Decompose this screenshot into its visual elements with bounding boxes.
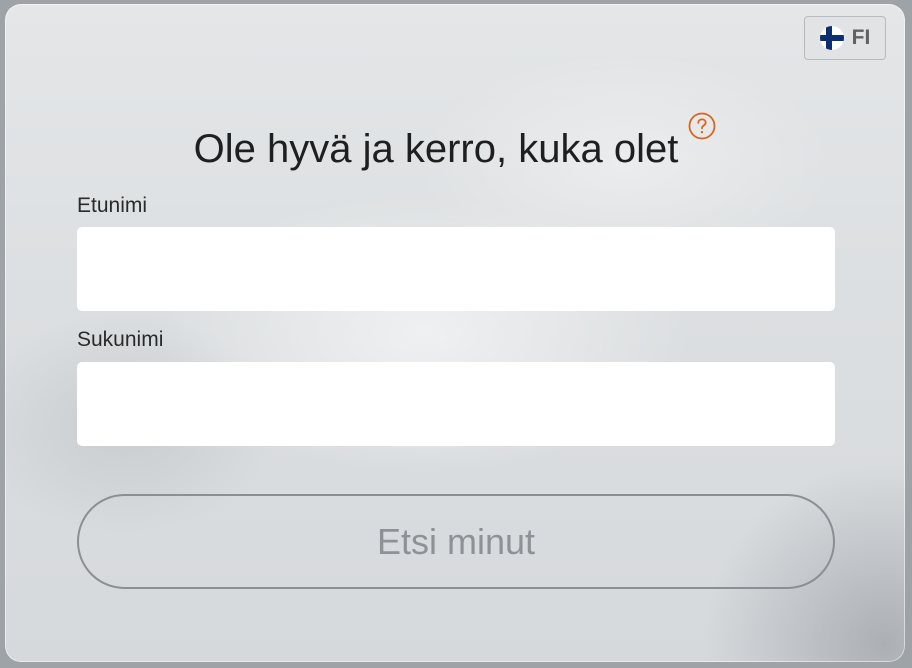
first-name-input[interactable] xyxy=(77,227,835,311)
last-name-input[interactable] xyxy=(77,362,835,446)
first-name-label: Etunimi xyxy=(77,194,148,217)
last-name-label: Sukunimi xyxy=(77,328,164,351)
find-me-button[interactable]: Etsi minut xyxy=(77,494,835,589)
title-row: Ole hyvä ja kerro, kuka olet xyxy=(5,112,905,172)
finland-flag-icon xyxy=(819,26,844,50)
language-code: FI xyxy=(851,26,871,49)
question-circle-icon[interactable] xyxy=(688,112,716,140)
page-title: Ole hyvä ja kerro, kuka olet xyxy=(193,127,679,171)
identify-dialog: FI Ole hyvä ja kerro, kuka olet Etunimi … xyxy=(5,4,905,662)
language-selector-button[interactable]: FI xyxy=(804,16,886,60)
